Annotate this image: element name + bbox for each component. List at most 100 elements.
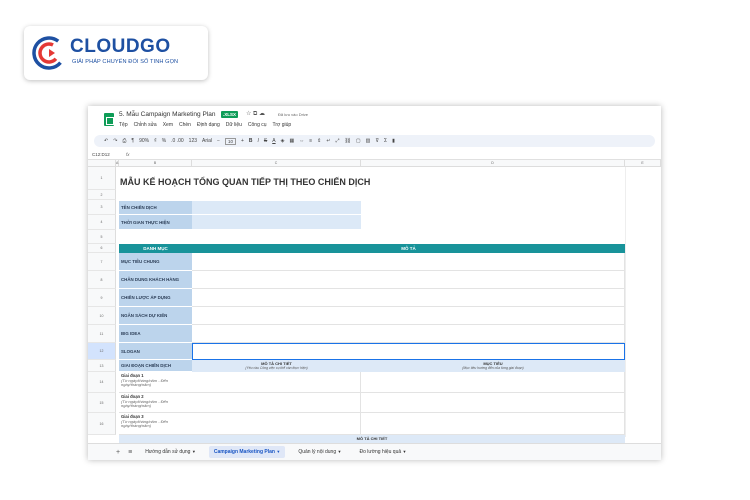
- fill-color-icon[interactable]: ◈: [281, 138, 285, 144]
- add-sheet-icon[interactable]: +: [116, 449, 120, 456]
- star-move-cloud-icons[interactable]: ☆ ⧉ ☁: [246, 110, 265, 118]
- menu-file[interactable]: Tệp: [119, 122, 128, 128]
- row-header[interactable]: 7: [88, 253, 116, 271]
- goal-header-hint: (Mục tiêu hướng đến của từng giai đoạn): [462, 366, 524, 370]
- tab-guide[interactable]: Hướng dẫn sử dụng ▼: [140, 446, 201, 458]
- row-header[interactable]: 6: [88, 244, 116, 253]
- undo-icon[interactable]: ↶: [104, 138, 108, 144]
- menu-data[interactable]: Dữ liệu: [226, 122, 242, 128]
- tab-campaign-marketing-plan[interactable]: Campaign Marketing Plan ▼: [208, 446, 286, 458]
- column-header-e[interactable]: E: [625, 160, 661, 167]
- chevron-down-icon: ▼: [402, 449, 407, 454]
- bold-icon[interactable]: B: [249, 138, 253, 144]
- row-header[interactable]: 10: [88, 307, 116, 325]
- all-sheets-icon[interactable]: ≡: [128, 449, 132, 456]
- column-header-d[interactable]: D: [361, 160, 625, 167]
- category-header: DANH MỤC: [119, 244, 192, 253]
- row-header[interactable]: 9: [88, 289, 116, 307]
- zoom-select[interactable]: 90%: [139, 138, 149, 144]
- column-header-c[interactable]: C: [192, 160, 361, 167]
- paint-format-icon[interactable]: ¶: [131, 138, 134, 144]
- strategy-cell[interactable]: [192, 289, 625, 307]
- percent-format[interactable]: %: [162, 138, 166, 144]
- row-header[interactable]: 11: [88, 325, 116, 343]
- category-slogan: SLOGAN: [119, 343, 192, 360]
- big-idea-cell[interactable]: [192, 325, 625, 343]
- row-header[interactable]: 16: [88, 413, 116, 435]
- chart-icon[interactable]: ▥: [366, 138, 371, 144]
- document-title[interactable]: 5. Mẫu Campaign Marketing Plan: [119, 111, 215, 118]
- period-label: THỜI GIAN THỰC HIỆN: [119, 215, 192, 230]
- comment-icon[interactable]: ▢: [356, 138, 361, 144]
- cloudgo-logo: CLOUDGO GIẢI PHÁP CHUYỂN ĐỔI SỐ TINH GỌN: [24, 26, 208, 80]
- filter-icon[interactable]: ⊽: [375, 138, 379, 144]
- text-rotation-icon[interactable]: ⤢: [336, 138, 340, 144]
- phase-1-goal-cell[interactable]: [361, 372, 625, 393]
- vertical-align-icon[interactable]: ⇕: [317, 138, 321, 144]
- text-color-icon[interactable]: A: [272, 138, 275, 144]
- decimal-format[interactable]: .0 .00: [171, 138, 184, 144]
- merge-cells-icon[interactable]: ⇔: [299, 138, 304, 144]
- phase-2-goal-cell[interactable]: [361, 393, 625, 413]
- phase-2-hint: (Từ ngày/tháng/năm - Đến ngày/tháng/năm): [121, 398, 169, 408]
- detail-header-hint: (Yêu cầu Công việc cụ thể cần thực hiện): [245, 366, 308, 370]
- cloudgo-logo-mark-icon: [32, 36, 66, 70]
- menu-edit[interactable]: Chỉnh sửa: [134, 122, 157, 128]
- corner-cell[interactable]: [88, 160, 116, 167]
- period-field[interactable]: [192, 215, 361, 230]
- menu-insert[interactable]: Chèn: [179, 122, 191, 128]
- font-size-increase-icon[interactable]: +: [241, 138, 244, 144]
- chevron-down-icon: ▼: [191, 449, 196, 454]
- borders-icon[interactable]: ▦: [289, 138, 294, 144]
- menu-format[interactable]: Định dạng: [197, 122, 220, 128]
- tab-performance[interactable]: Đo lường hiệu quả ▼: [354, 446, 411, 458]
- font-select[interactable]: Arial: [202, 138, 212, 144]
- phase-3-detail-cell[interactable]: [192, 413, 361, 435]
- row-header[interactable]: 13: [88, 360, 116, 372]
- spreadsheet-window: 5. Mẫu Campaign Marketing Plan .XLSX ☆ ⧉…: [88, 106, 661, 460]
- row-header[interactable]: 8: [88, 271, 116, 289]
- menu-help[interactable]: Trợ giúp: [273, 122, 292, 128]
- row-header[interactable]: 1: [88, 167, 116, 190]
- phase-2-label: Giai đoạn 2 (Từ ngày/tháng/năm - Đến ngà…: [119, 394, 192, 413]
- lock-icon[interactable]: ▮: [392, 138, 395, 144]
- row-header[interactable]: 14: [88, 372, 116, 393]
- campaign-name-field[interactable]: [192, 201, 361, 215]
- name-box[interactable]: C12:D12: [92, 152, 110, 157]
- print-icon[interactable]: ⎙: [122, 138, 126, 144]
- slogan-cell-selected[interactable]: [192, 343, 625, 360]
- budget-cell[interactable]: [192, 307, 625, 325]
- row-header[interactable]: 3: [88, 200, 116, 215]
- row-header[interactable]: 2: [88, 190, 116, 200]
- menu-view[interactable]: Xem: [163, 122, 173, 128]
- google-sheets-icon[interactable]: [104, 113, 114, 126]
- link-icon[interactable]: ⛓: [345, 138, 351, 144]
- functions-icon[interactable]: Σ: [384, 138, 387, 144]
- currency-format[interactable]: ₫: [154, 138, 157, 144]
- redo-icon[interactable]: ↷: [113, 138, 117, 144]
- row-header[interactable]: 4: [88, 215, 116, 230]
- text-wrap-icon[interactable]: ↵: [326, 138, 330, 144]
- chevron-down-icon: ▼: [337, 449, 342, 454]
- phase-3-goal-cell[interactable]: [361, 413, 625, 435]
- customer-persona-cell[interactable]: [192, 271, 625, 289]
- saved-status: Đã lưu vào Drive: [278, 112, 309, 117]
- tab-content-management[interactable]: Quản lý nội dung ▼: [293, 446, 346, 458]
- font-size-field[interactable]: 10: [224, 137, 236, 145]
- horizontal-align-icon[interactable]: ≡: [309, 138, 312, 144]
- menu-tools[interactable]: Công cụ: [248, 122, 267, 128]
- phase-2-detail-cell[interactable]: [192, 393, 361, 413]
- phase-1-detail-cell[interactable]: [192, 372, 361, 393]
- font-size-decrease-icon[interactable]: −: [217, 138, 220, 144]
- row-header-selected[interactable]: 12: [88, 343, 116, 360]
- general-goal-cell[interactable]: [192, 253, 625, 271]
- number-format[interactable]: 123: [189, 138, 197, 144]
- column-header-b[interactable]: B: [119, 160, 192, 167]
- tab-performance-label: Đo lường hiệu quả: [359, 449, 402, 455]
- italic-icon[interactable]: I: [258, 138, 259, 144]
- row-header[interactable]: 15: [88, 393, 116, 413]
- row-header[interactable]: 5: [88, 230, 116, 244]
- strikethrough-icon[interactable]: S: [264, 138, 267, 144]
- category-strategy: CHIẾN LƯỢC ÁP DỤNG: [119, 289, 192, 307]
- tab-guide-label: Hướng dẫn sử dụng: [145, 449, 191, 455]
